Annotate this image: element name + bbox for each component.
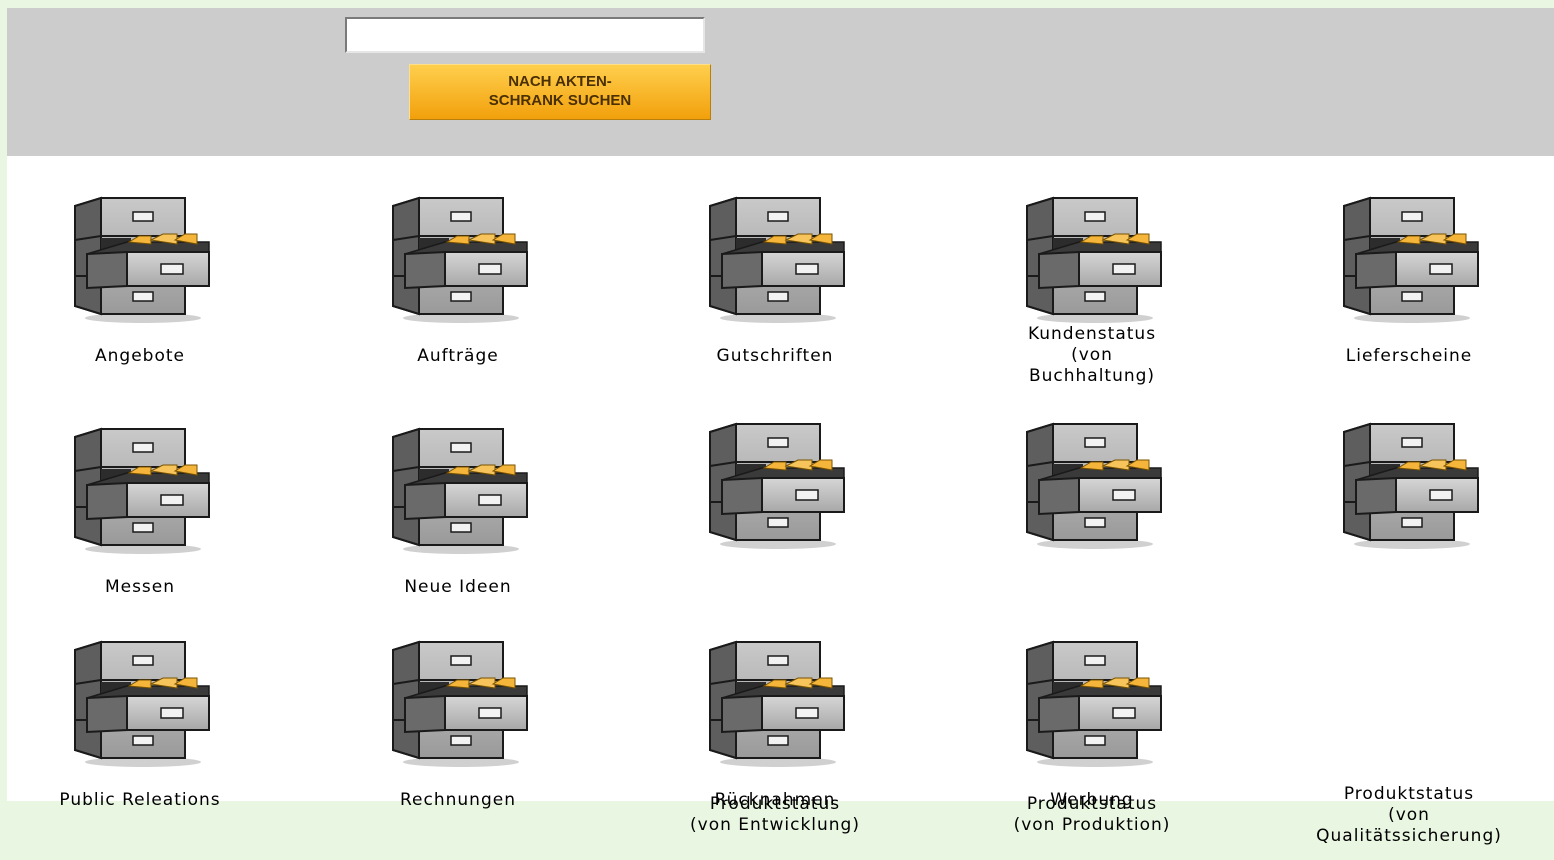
cabinet-label[interactable]: Angebote <box>10 346 270 367</box>
cabinet-label-line: Aufträge <box>417 346 499 366</box>
cabinet-item[interactable]: Produktstatus (von Qualitätssicherung) <box>1279 422 1539 846</box>
search-cabinet-button[interactable]: NACH AKTEN- SCHRANK SUCHEN <box>409 64 711 120</box>
cabinet-item[interactable]: Angebote <box>10 196 270 416</box>
cabinet-label-line: Qualitätssicherung) <box>1316 826 1502 846</box>
cabinet-label-line: Gutschriften <box>716 346 834 366</box>
cabinet-label-line: Buchhaltung) <box>1028 366 1156 386</box>
cabinet-label-line: Neue Ideen <box>404 577 512 597</box>
cabinet-item[interactable]: Aufträge <box>328 196 588 416</box>
cabinet-label-line: Messen <box>104 577 176 597</box>
cabinet-item[interactable]: Produktstatus (von Entwicklung) <box>645 422 905 835</box>
page-frame: NACH AKTEN- SCHRANK SUCHEN Angebote Auft… <box>7 8 1554 846</box>
search-input[interactable] <box>345 17 705 53</box>
cabinet-label[interactable]: Neue Ideen <box>328 577 588 598</box>
cabinet-item[interactable]: Kundenstatus (von Buchhaltung) <box>962 196 1222 416</box>
cabinet-item[interactable]: Rechnungen <box>328 640 588 860</box>
cabinet-label[interactable]: Lieferscheine <box>1279 346 1539 367</box>
cabinet-label[interactable]: Messen <box>10 577 270 598</box>
search-button-label-line-2: SCHRANK SUCHEN <box>488 92 632 109</box>
cabinet-item[interactable]: Messen <box>10 427 270 647</box>
cabinet-label-line: (von <box>1388 805 1430 825</box>
search-button-label-line-1: NACH AKTEN- <box>508 73 612 90</box>
cabinet-item[interactable]: Lieferscheine <box>1279 196 1539 416</box>
cabinet-item[interactable]: Werbung <box>962 640 1222 860</box>
cabinet-item[interactable]: Rücknahmen <box>645 640 905 860</box>
cabinet-item[interactable]: Gutschriften <box>645 196 905 416</box>
cabinet-item[interactable]: Produktstatus (von Produktion) <box>962 422 1222 835</box>
cabinet-label-line: Angebote <box>95 346 185 366</box>
cabinet-label[interactable]: Produktstatus (von Qualitätssicherung) <box>1279 784 1539 847</box>
cabinet-label-line: Produktstatus <box>1343 784 1475 804</box>
cabinet-item[interactable]: Neue Ideen <box>328 427 588 647</box>
cabinet-label[interactable]: Aufträge <box>328 346 588 367</box>
cabinet-label-line: (von <box>1071 345 1113 365</box>
cabinet-item[interactable]: Public Releations <box>10 640 270 860</box>
cabinet-label-line: Lieferscheine <box>1345 346 1473 366</box>
cabinet-label[interactable]: Gutschriften <box>645 346 905 367</box>
cabinet-label-line: Kundenstatus <box>1027 324 1157 344</box>
cabinet-label[interactable]: Kundenstatus (von Buchhaltung) <box>962 324 1222 387</box>
search-band: NACH AKTEN- SCHRANK SUCHEN <box>7 8 1554 156</box>
